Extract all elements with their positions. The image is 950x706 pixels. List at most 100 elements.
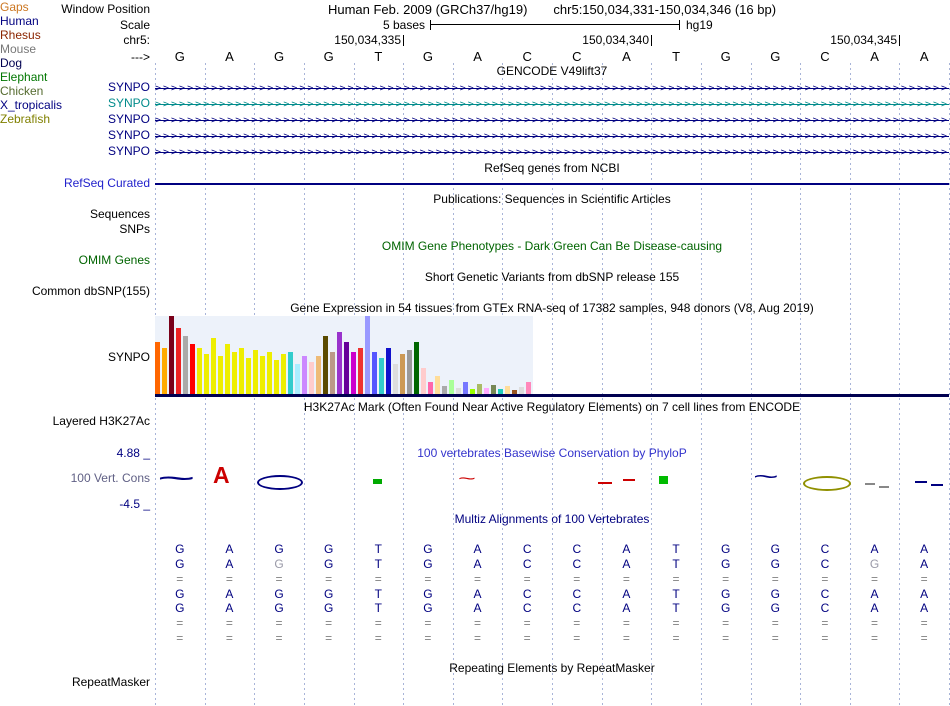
gtex-tissue-bar (491, 385, 496, 394)
gene-label[interactable]: SYNPO (0, 112, 150, 126)
cons-ellipse-olive (803, 476, 851, 491)
gtex-tissue-bar (344, 342, 349, 394)
alignment-row: GAGGTGACCATGGCAA (155, 587, 949, 602)
repeatmasker-label[interactable]: RepeatMasker (0, 675, 150, 689)
alignment-gap: = (821, 571, 829, 586)
alignment-gap: = (374, 616, 382, 631)
alignment-gap: = (573, 571, 581, 586)
alignment-base: A (473, 601, 482, 616)
gene-arrow-line[interactable]: >>>>>>>>>>>>>>>>>>>>>>>>>>>>>>>>>>>>>>>>… (155, 112, 949, 128)
ruler-tick (899, 35, 900, 46)
gtex-tissue-bar (309, 362, 314, 394)
gtex-tissue-bar (449, 380, 454, 394)
alignment-gap: = (871, 631, 879, 646)
gtex-tissue-bar (204, 354, 209, 394)
alignment-base: G (274, 556, 284, 571)
alignment-gap: = (622, 571, 630, 586)
alignment-gap: = (225, 616, 233, 631)
gene-label[interactable]: SYNPO (0, 80, 150, 94)
alignment-gap: = (622, 631, 630, 646)
alignment-base: G (423, 556, 433, 571)
gtex-gene-label[interactable]: SYNPO (0, 350, 150, 364)
alignment-gap: = (622, 616, 630, 631)
gtex-tissue-bar (281, 354, 286, 394)
ruler-tick-label: 150,034,340 (582, 33, 649, 47)
alignment-base: G (274, 601, 284, 616)
alignment-base: C (820, 586, 830, 601)
sequences-label[interactable]: Sequences (0, 207, 150, 221)
alignment-gap: = (722, 616, 730, 631)
gene-arrow-line[interactable]: >>>>>>>>>>>>>>>>>>>>>>>>>>>>>>>>>>>>>>>>… (155, 96, 949, 112)
gene-label[interactable]: SYNPO (0, 128, 150, 142)
scale-bar (430, 20, 680, 30)
alignment-gap: = (424, 571, 432, 586)
cons-green-dash (373, 479, 382, 484)
gtex-tissue-bar (337, 332, 342, 394)
alignment-base: T (374, 586, 382, 601)
window-position-label: Window Position (61, 2, 150, 16)
omim-genes-label[interactable]: OMIM Genes (0, 253, 150, 267)
gtex-tissue-bar (253, 350, 258, 394)
alignment-base: A (225, 556, 234, 571)
base-letter: A (622, 49, 631, 64)
alignment-base: G (274, 586, 284, 601)
gene-label[interactable]: SYNPO (0, 96, 150, 110)
gtex-tissue-bar (211, 338, 216, 394)
gtex-tissue-bar (246, 358, 251, 394)
gene-label[interactable]: SYNPO (0, 144, 150, 158)
cons-tilde-navy: ~ (753, 464, 779, 489)
alignment-base: A (473, 586, 482, 601)
gtex-bar-chart[interactable] (155, 316, 533, 394)
gtex-tissue-bar (190, 344, 195, 394)
gtex-tissue-bar (414, 342, 419, 394)
gene-arrow-line[interactable]: >>>>>>>>>>>>>>>>>>>>>>>>>>>>>>>>>>>>>>>>… (155, 80, 949, 96)
alignment-base: T (672, 601, 680, 616)
gtex-baseline (155, 394, 949, 397)
alignment-gap: = (871, 616, 879, 631)
gtex-tissue-bar (330, 352, 335, 394)
alignment-base: G (721, 556, 731, 571)
vert-cons-label[interactable]: 100 Vert. Cons (0, 471, 150, 485)
alignment-gap: = (920, 631, 928, 646)
gtex-tissue-bar (316, 356, 321, 394)
conservation-track[interactable]: ~ A ~ ~ (155, 458, 949, 504)
cons-max-value: 4.88 _ (116, 446, 150, 460)
gtex-tissue-bar (477, 384, 482, 394)
gtex-tissue-bar (232, 352, 237, 394)
gtex-tissue-bar (169, 316, 174, 394)
gene-arrow-line[interactable]: >>>>>>>>>>>>>>>>>>>>>>>>>>>>>>>>>>>>>>>>… (155, 128, 949, 144)
gtex-tissue-bar (267, 352, 272, 394)
gtex-tissue-bar (393, 364, 398, 394)
refseq-title: RefSeq genes from NCBI (484, 161, 620, 175)
base-letter: A (919, 49, 929, 64)
alignment-base: A (622, 601, 631, 616)
alignment-base: T (672, 541, 680, 556)
alignment-gap: = (176, 571, 184, 586)
refseq-gene-bar[interactable] (155, 183, 949, 185)
alignment-gap: = (821, 631, 829, 646)
alignment-gap: = (920, 571, 928, 586)
strand-label: ---> (131, 50, 150, 64)
refseq-curated-label[interactable]: RefSeq Curated (0, 176, 150, 190)
cons-red-dash (623, 479, 635, 481)
alignment-base: A (870, 541, 879, 556)
base-letter: A (473, 49, 482, 64)
cons-tilde-red: ~ (458, 469, 476, 488)
base-letter: G (422, 49, 433, 64)
gene-arrow-line[interactable]: >>>>>>>>>>>>>>>>>>>>>>>>>>>>>>>>>>>>>>>>… (155, 144, 949, 160)
cons-letter-a: A (213, 462, 230, 488)
layered-h3k27ac-label[interactable]: Layered H3K27Ac (0, 414, 150, 428)
common-dbsnp-label[interactable]: Common dbSNP(155) (0, 284, 150, 298)
gtex-tissue-bar (302, 356, 307, 394)
cons-gray-dash (865, 483, 875, 485)
alignment-row: = = = = = = = = = = = = = = = = (155, 631, 949, 646)
snps-label[interactable]: SNPs (0, 222, 150, 236)
alignment-gap: = (474, 631, 482, 646)
alignment-gap: = (771, 616, 779, 631)
cons-min-value: -4.5 _ (119, 497, 150, 511)
scale-value: 5 bases (382, 18, 425, 32)
alignment-base: A (225, 586, 234, 601)
gtex-tissue-bar (183, 336, 188, 394)
alignment-base: G (324, 586, 334, 601)
alignment-base: G (770, 601, 780, 616)
